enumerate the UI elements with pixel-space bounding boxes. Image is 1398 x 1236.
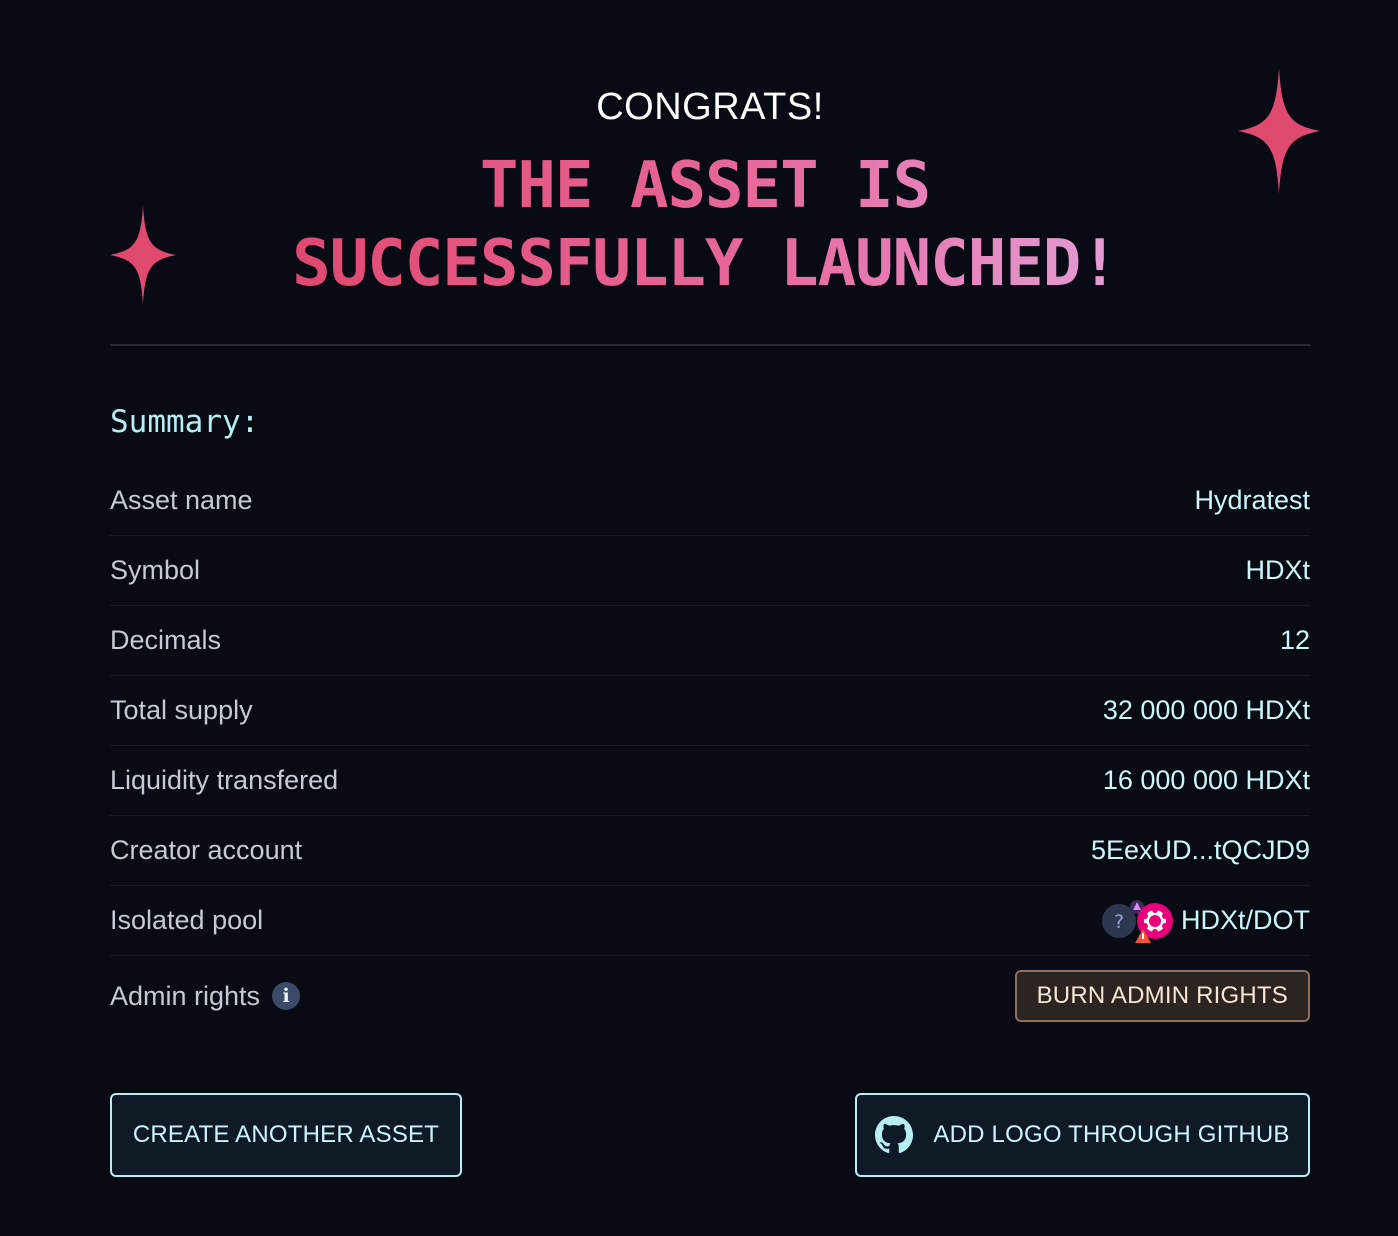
row-label: Isolated pool — [110, 905, 264, 935]
row-label: Decimals — [110, 625, 222, 655]
summary-row-admin-rights: Admin rights i BURN ADMIN RIGHTS — [110, 956, 1310, 1036]
row-label: Admin rights i — [110, 980, 301, 1012]
row-label: Creator account — [110, 835, 303, 865]
burn-admin-rights-button[interactable]: BURN ADMIN RIGHTS — [1014, 970, 1310, 1022]
add-logo-label: ADD LOGO THROUGH GITHUB — [933, 1121, 1290, 1148]
row-value: Hydratest — [1194, 485, 1310, 515]
row-label: Symbol — [110, 555, 201, 585]
pool-pair-label: HDXt/DOT — [1180, 905, 1310, 935]
add-logo-github-button[interactable]: ADD LOGO THROUGH GITHUB — [855, 1093, 1310, 1177]
row-label: Liquidity transfered — [110, 765, 339, 795]
row-value: HDXt — [1245, 555, 1310, 585]
row-value: 12 — [1279, 625, 1310, 655]
create-another-asset-button[interactable]: CREATE ANOTHER ASSET — [110, 1093, 462, 1177]
headline-line-2: SUCCESSFULLY LAUNCHED! — [0, 224, 1398, 304]
row-label: Asset name — [110, 485, 253, 515]
summary-row-asset-name: Asset name Hydratest — [110, 466, 1310, 536]
row-value: 16 000 000 HDXt — [1102, 765, 1310, 795]
pool-asset-icons: ? — [1101, 897, 1175, 945]
pool-value: ? HDXt/DOT — [1101, 897, 1310, 945]
congrats-text: CONGRATS! — [596, 86, 824, 128]
headline-line-1: THE ASSET IS — [0, 146, 1398, 226]
creator-account-link[interactable]: 5EexUD...tQCJD9 — [1091, 835, 1310, 866]
summary-row-decimals: Decimals 12 — [110, 606, 1310, 676]
summary-list: Asset name Hydratest Symbol HDXt Decimal… — [110, 466, 1310, 1036]
create-another-asset-label: CREATE ANOTHER ASSET — [132, 1121, 440, 1148]
divider — [110, 344, 1310, 346]
info-icon[interactable]: i — [272, 982, 301, 1010]
summary-row-total-supply: Total supply 32 000 000 HDXt — [110, 676, 1310, 746]
row-value: 32 000 000 HDXt — [1102, 695, 1310, 725]
github-icon — [875, 1116, 914, 1154]
row-label: Total supply — [110, 695, 253, 725]
unknown-asset-glyph: ? — [1114, 911, 1124, 933]
summary-row-symbol: Symbol HDXt — [110, 536, 1310, 606]
launch-success-page: CONGRATS! THE ASSET IS SUCCESSFULLY LAUN… — [0, 0, 1398, 1236]
summary-row-liquidity: Liquidity transfered 16 000 000 HDXt — [110, 746, 1310, 816]
admin-rights-label: Admin rights — [110, 980, 261, 1011]
summary-row-creator-account: Creator account 5EexUD...tQCJD9 — [110, 816, 1310, 886]
summary-title: Summary: — [110, 404, 260, 440]
unknown-asset-icon: ? — [1101, 899, 1173, 943]
summary-row-isolated-pool: Isolated pool ? HDXt/DOT — [110, 886, 1310, 956]
